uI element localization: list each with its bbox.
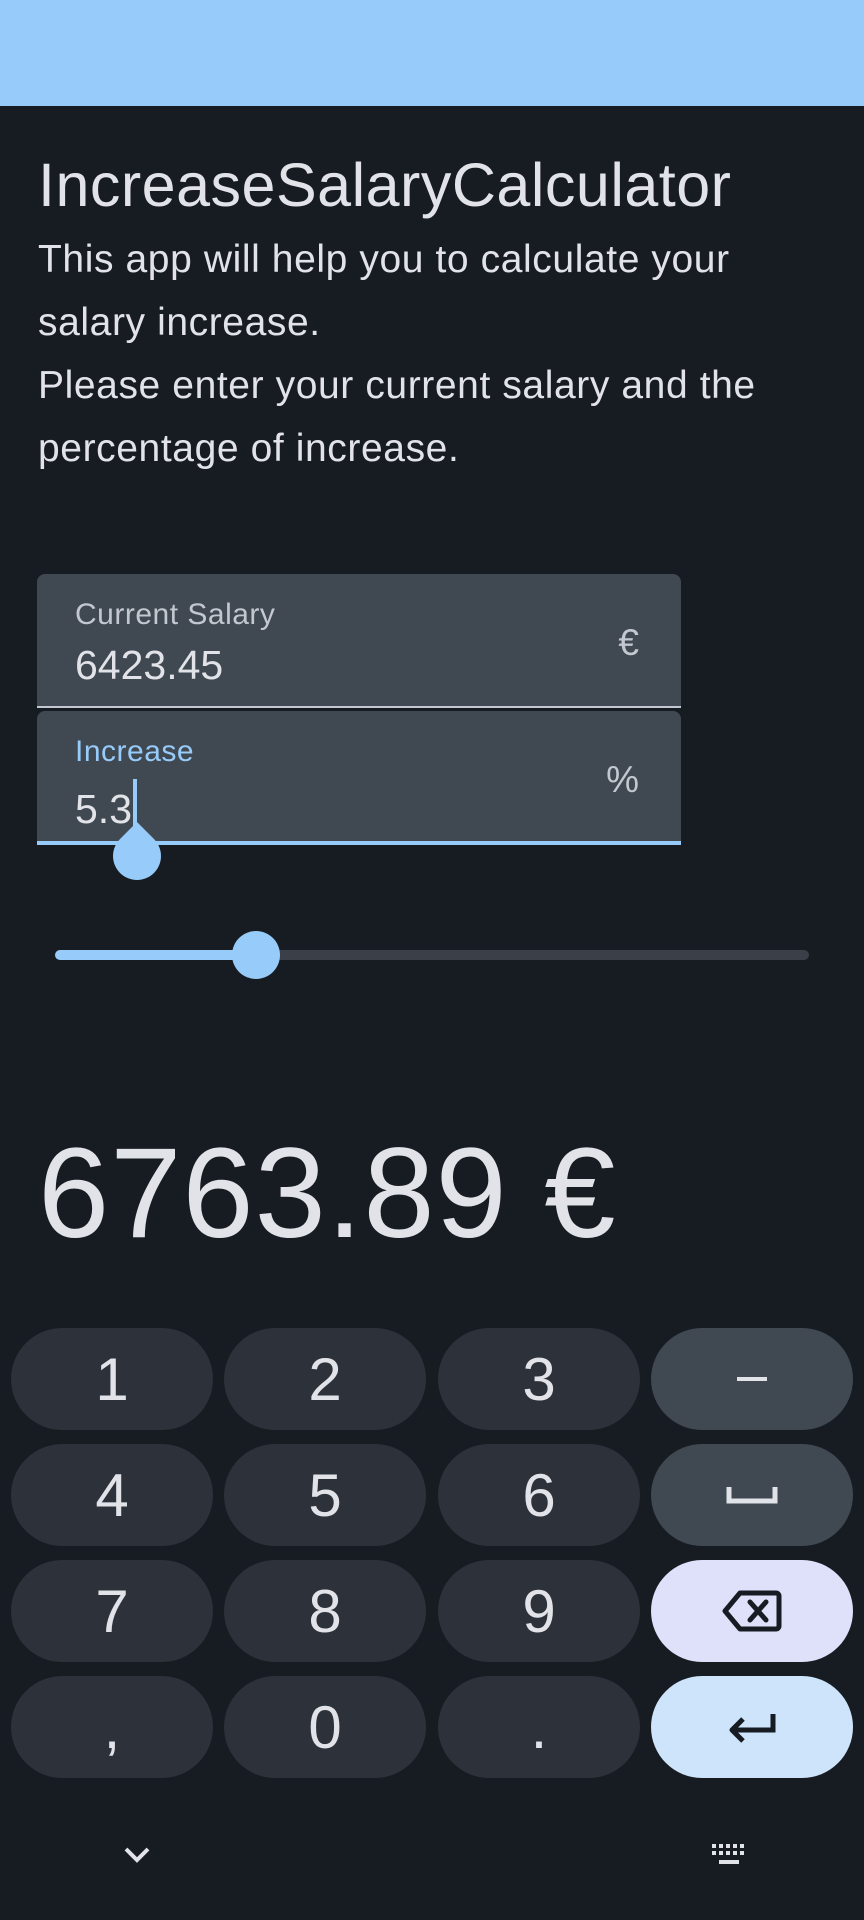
current-salary-label: Current Salary [75,598,276,631]
key-9[interactable]: 9 [438,1560,640,1662]
keyboard-icon[interactable] [710,1842,748,1873]
key-7[interactable]: 7 [11,1560,213,1662]
app-description: This app will help you to calculate your… [38,228,838,480]
description-line-1: This app will help you to calculate your… [38,238,730,344]
comma-key[interactable]: , [11,1676,213,1778]
slider-active-track [55,950,257,960]
enter-icon [729,1714,776,1743]
percent-suffix: % [606,759,639,800]
minus-key[interactable] [651,1328,853,1430]
key-4[interactable]: 4 [11,1444,213,1546]
current-salary-field[interactable]: Current Salary 6423.45 € [37,574,681,708]
key-5[interactable]: 5 [224,1444,426,1546]
key-6[interactable]: 6 [438,1444,640,1546]
app-title: IncreaseSalaryCalculator [38,151,732,219]
backspace-icon [722,1590,782,1632]
increase-input[interactable]: 5.3 [75,779,137,833]
key-2[interactable]: 2 [224,1328,426,1430]
space-icon [726,1487,778,1504]
numeric-keyboard: 1 2 3 4 5 6 7 8 9 , 0 . [0,1308,864,1920]
increase-value: 5.3 [75,786,132,832]
key-1[interactable]: 1 [11,1328,213,1430]
euro-suffix: € [618,622,639,663]
space-key[interactable] [651,1444,853,1546]
enter-key[interactable] [651,1676,853,1778]
status-bar [0,0,864,106]
slider-thumb[interactable] [232,931,281,979]
description-line-2: Please enter your current salary and the… [38,364,756,470]
increase-label: Increase [75,735,195,768]
key-0[interactable]: 0 [224,1676,426,1778]
increase-slider[interactable] [55,931,809,979]
minus-icon [737,1377,767,1381]
result-value: 6763.89 € [38,1122,617,1265]
key-8[interactable]: 8 [224,1560,426,1662]
backspace-key[interactable] [651,1560,853,1662]
chevron-down-icon[interactable] [122,1842,152,1871]
period-key[interactable]: . [438,1676,640,1778]
current-salary-input[interactable]: 6423.45 [75,642,223,689]
key-3[interactable]: 3 [438,1328,640,1430]
